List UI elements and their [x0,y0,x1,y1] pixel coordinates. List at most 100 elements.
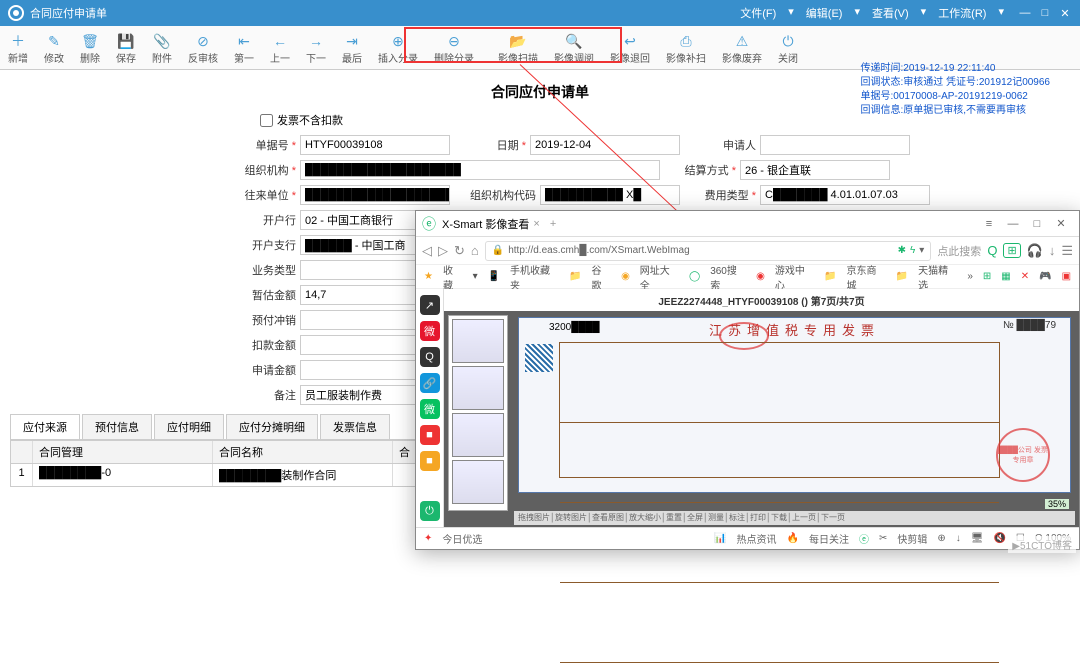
invoice-number: № ████79 [1003,320,1056,331]
新增-icon: ＋ [9,32,27,50]
tab-应付明细[interactable]: 应付明细 [154,414,224,439]
menu-edit[interactable]: 编辑(E) [806,5,843,21]
red-app-icon[interactable]: ■ [420,425,440,445]
fld-partner[interactable]: ████████████████████ [300,185,450,205]
bookmark-bar: ★ 收藏 ▾ 📱手机收藏夹 📁谷歌 ◉网址大全 ◯360搜索 ◉游戏中心 📁京东… [416,265,1079,289]
reload-icon[interactable]: ↻ [454,243,465,259]
fld-apply[interactable] [300,360,420,380]
toolbar-关闭[interactable]: ⏻关闭 [770,30,806,67]
invoice-code: 3200████ [549,322,600,333]
fld-orgcode[interactable]: ██████████ X█ [540,185,680,205]
fld-prepay[interactable] [300,310,420,330]
tab-应付分摊明细[interactable]: 应付分摊明细 [226,414,318,439]
fld-remark[interactable]: 员工服装制作费 [300,385,420,405]
popup-min-button[interactable]: — [1001,218,1025,230]
上一-icon: ← [271,32,289,50]
fld-billno[interactable]: HTYF00039108 [300,135,450,155]
download-icon[interactable]: ↓ [1049,243,1056,258]
headphone-icon[interactable]: 🎧 [1027,243,1043,259]
weibo-icon[interactable]: 微 [420,321,440,341]
search-placeholder[interactable]: 点此搜索 [937,243,981,259]
qzone-icon[interactable]: Q [420,347,440,367]
fld-settle[interactable]: 26 - 银企直联 [740,160,890,180]
tab-预付信息[interactable]: 预付信息 [82,414,152,439]
orange-app-icon[interactable]: ■ [420,451,440,471]
maximize-button[interactable]: □ [1038,7,1052,20]
lbl-biztype: 业务类型 [240,262,300,278]
toolbar-最后[interactable]: ⇥最后 [334,30,370,67]
lbl-billno: 单据号 [240,137,300,153]
删除-icon: 🗑 [81,32,99,50]
第一-icon: ⇤ [235,32,253,50]
toolbar-影像扫描[interactable]: 📂影像扫描 [490,30,546,67]
fld-feetype[interactable]: C███████ 4.01.01.07.03 [760,185,930,205]
thumbnail[interactable] [452,319,504,363]
tab-应付来源[interactable]: 应付来源 [10,414,80,439]
window-controls: — □ ✕ [1018,7,1072,20]
toolbar-删除分录[interactable]: ⊖删除分录 [426,30,482,67]
关闭-icon: ⏻ [779,32,797,50]
toolbar-影像废弃[interactable]: ⚠影像废弃 [714,30,770,67]
toolbar-附件[interactable]: 📎附件 [144,30,180,67]
forward-icon[interactable]: ▷ [438,243,448,259]
影像补扫-icon: ⎙ [677,32,695,50]
zoom-level: 35% [1045,499,1069,509]
toolbar-修改[interactable]: ✎修改 [36,30,72,67]
toolbar-影像补扫[interactable]: ⎙影像补扫 [658,30,714,67]
url-bar[interactable]: 🔒 http://d.eas.cmh█.com/XSmart.WebImag ✱… [485,241,932,261]
menu-file[interactable]: 文件(F) [740,5,776,21]
thumbnail-panel[interactable] [448,315,508,511]
最后-icon: ⇥ [343,32,361,50]
toolbar-反审核[interactable]: ⊘反审核 [180,30,226,67]
menu-workflow[interactable]: 工作流(R) [938,5,986,21]
toolbar-影像退回[interactable]: ↩影像退回 [602,30,658,67]
minimize-button[interactable]: — [1018,7,1032,20]
close-button[interactable]: ✕ [1058,7,1072,20]
thumbnail[interactable] [452,366,504,410]
lbl-amt: 暂估金额 [240,287,300,303]
power-icon[interactable]: ⏻ [420,501,440,521]
lbl-deduct: 扣款金额 [240,337,300,353]
popup-close-button[interactable]: ✕ [1049,217,1073,230]
toolbar-插入分录[interactable]: ⊕插入分录 [370,30,426,67]
round-seal-icon: ████公司 发票专用章 [996,428,1050,482]
link-icon[interactable]: 🔗 [420,373,440,393]
lbl-bank: 开户行 [240,212,300,228]
thumbnail[interactable] [452,460,504,504]
lbl-applicant: 申请人 [700,137,760,153]
invoice-image[interactable]: 3200████ 江苏增值税专用发票 № ████79 ████公司 发票专用章 [518,317,1071,493]
lbl-remark: 备注 [240,387,300,403]
back-icon[interactable]: ◁ [422,243,432,259]
share-sidebar: ↗ 微 Q 🔗 微 ■ ■ ⏻ [416,289,444,527]
popup-menu-icon[interactable]: ≡ [977,218,1001,230]
image-viewer-popup: ⓔ X-Smart 影像查看 × + ≡ — □ ✕ ◁ ▷ ↻ ⌂ 🔒 htt… [415,210,1080,550]
menu-view[interactable]: 查看(V) [872,5,909,21]
checkbox[interactable] [260,114,273,127]
toolbar-影像调阅[interactable]: 🔍影像调阅 [546,30,602,67]
fld-deduct[interactable] [300,335,420,355]
lbl-org: 组织机构 [240,162,300,178]
fld-amt[interactable]: 14,7 [300,285,420,305]
thumbnail[interactable] [452,413,504,457]
toolbar-上一[interactable]: ←上一 [262,30,298,67]
watermark: ▶51CTO博客 [1008,536,1076,553]
toolbar-删除[interactable]: 🗑删除 [72,30,108,67]
popup-max-button[interactable]: □ [1025,218,1049,230]
fld-org[interactable]: ████████████████████ [300,160,660,180]
fld-applicant[interactable] [760,135,910,155]
wechat-icon[interactable]: 微 [420,399,440,419]
toolbar-下一[interactable]: →下一 [298,30,334,67]
toolbar-新增[interactable]: ＋新增 [0,30,36,67]
doc-header: JEEZ2274448_HTYF00039108 () 第7页/共7页 [444,289,1079,311]
fld-date[interactable]: 2019-12-04 [530,135,680,155]
tab-发票信息[interactable]: 发票信息 [320,414,390,439]
star-icon[interactable]: ★ [424,271,433,282]
toolbar-保存[interactable]: 💾保存 [108,30,144,67]
share-icon[interactable]: ↗ [420,295,440,315]
home-icon[interactable]: ⌂ [471,243,479,258]
invoice-no-deduct-check[interactable]: 发票不含扣款 [260,112,1070,128]
toolbar-第一[interactable]: ⇤第一 [226,30,262,67]
col-contract-name: 合同名称 [213,441,393,463]
compat-icon[interactable]: ✱ [898,245,906,256]
search-icon[interactable]: Q [987,243,997,258]
